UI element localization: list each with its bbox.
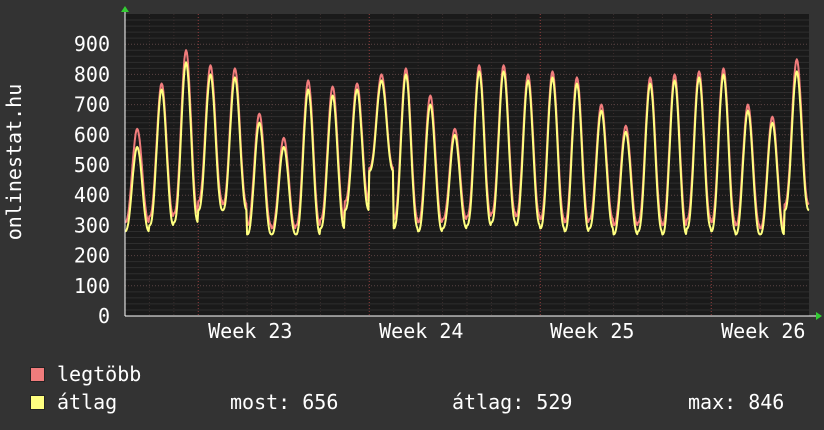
y-tick-label: 0 <box>98 304 110 328</box>
legend-label-max: legtöbb <box>57 362 142 386</box>
legend-item-avg: átlag <box>30 390 117 414</box>
y-tick-label: 600 <box>74 123 110 147</box>
y-tick-label: 100 <box>74 274 110 298</box>
y-tick-label: 200 <box>74 244 110 268</box>
y-axis-label: onlinestat.hu <box>2 83 26 241</box>
y-tick-label: 500 <box>74 153 110 177</box>
x-tick-label: Week 26 <box>721 319 805 343</box>
legend-swatch-avg <box>30 395 45 410</box>
y-tick-label: 700 <box>74 93 110 117</box>
y-tick-label: 300 <box>74 213 110 237</box>
y-tick-label: 400 <box>74 183 110 207</box>
y-tick-label: 800 <box>74 62 110 86</box>
x-tick-label: Week 24 <box>379 319 463 343</box>
legend-swatch-max <box>30 367 45 382</box>
x-tick-label: Week 25 <box>550 319 634 343</box>
stat-average: átlag: 529 <box>452 390 573 414</box>
stat-maximum: max: 846 <box>688 390 785 414</box>
y-tick-label: 900 <box>74 32 110 56</box>
y-axis-arrow-icon <box>121 6 129 12</box>
x-axis-arrow-icon <box>816 312 822 320</box>
stat-current: most: 656 <box>230 390 339 414</box>
legend-label-avg: átlag <box>57 390 118 414</box>
x-tick-label: Week 23 <box>208 319 292 343</box>
legend-item-max: legtöbb <box>30 362 141 386</box>
